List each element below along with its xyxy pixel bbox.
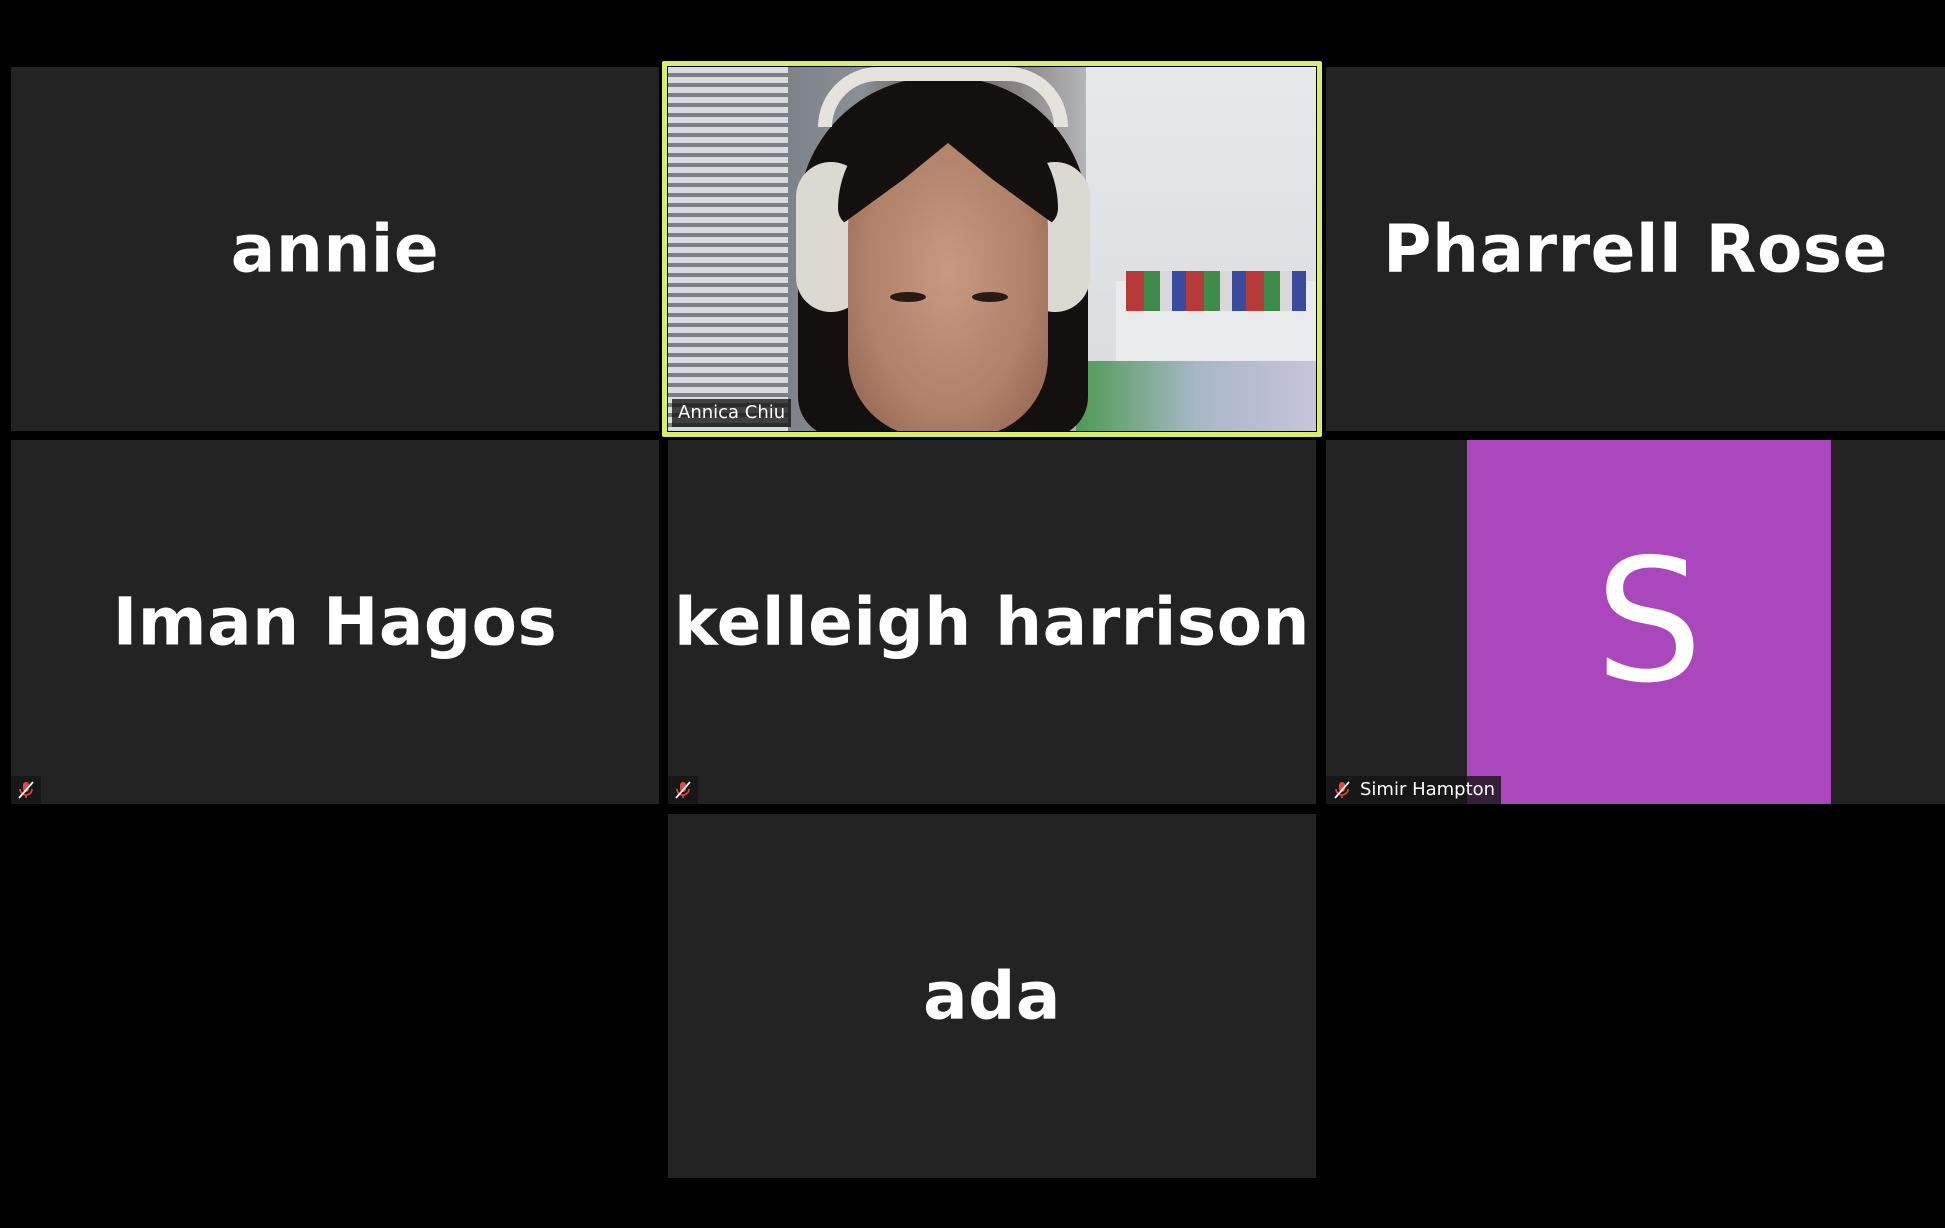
participant-tile-simir-hampton[interactable]: S Simir Hampton <box>1326 440 1945 804</box>
video-background-books <box>1126 271 1306 311</box>
microphone-muted-icon <box>1334 780 1350 799</box>
muted-indicator <box>668 776 698 804</box>
participant-tile-iman-hagos[interactable]: Iman Hagos <box>11 440 659 804</box>
avatar: S <box>1467 440 1831 804</box>
participant-name-large: kelleigh harrison <box>673 583 1311 661</box>
participant-name-label: Simir Hampton <box>1326 776 1502 804</box>
participant-tile-annie[interactable]: annie <box>11 67 659 431</box>
participant-name-large: Iman Hagos <box>112 583 558 661</box>
participant-tile-kelleigh-harrison[interactable]: kelleigh harrison <box>668 440 1316 804</box>
headphones-band-icon <box>818 67 1068 127</box>
participant-name-large: annie <box>230 210 440 288</box>
participant-name: Annica Chiu <box>678 402 786 423</box>
participant-tile-ada[interactable]: ada <box>668 814 1316 1178</box>
microphone-muted-icon <box>675 781 691 799</box>
gallery-view: annie Annica Chiu Pharrell Rose Iman Hag… <box>0 0 1945 1228</box>
muted-indicator <box>11 776 41 804</box>
avatar-initial: S <box>1595 523 1703 721</box>
video-person-eye <box>972 292 1008 302</box>
participant-video-feed <box>668 67 1316 431</box>
video-person-eye <box>890 292 926 302</box>
participant-name: Simir Hampton <box>1360 779 1496 800</box>
microphone-muted-icon <box>18 781 34 799</box>
participant-name-large: Pharrell Rose <box>1383 210 1888 288</box>
participant-name-large: ada <box>923 957 1061 1035</box>
video-background-bed <box>1076 361 1316 431</box>
participant-tile-pharrell-rose[interactable]: Pharrell Rose <box>1326 67 1945 431</box>
video-background-blinds <box>668 67 788 431</box>
participant-name-label: Annica Chiu <box>672 399 792 427</box>
participant-tile-annica-chiu[interactable]: Annica Chiu <box>668 67 1316 431</box>
